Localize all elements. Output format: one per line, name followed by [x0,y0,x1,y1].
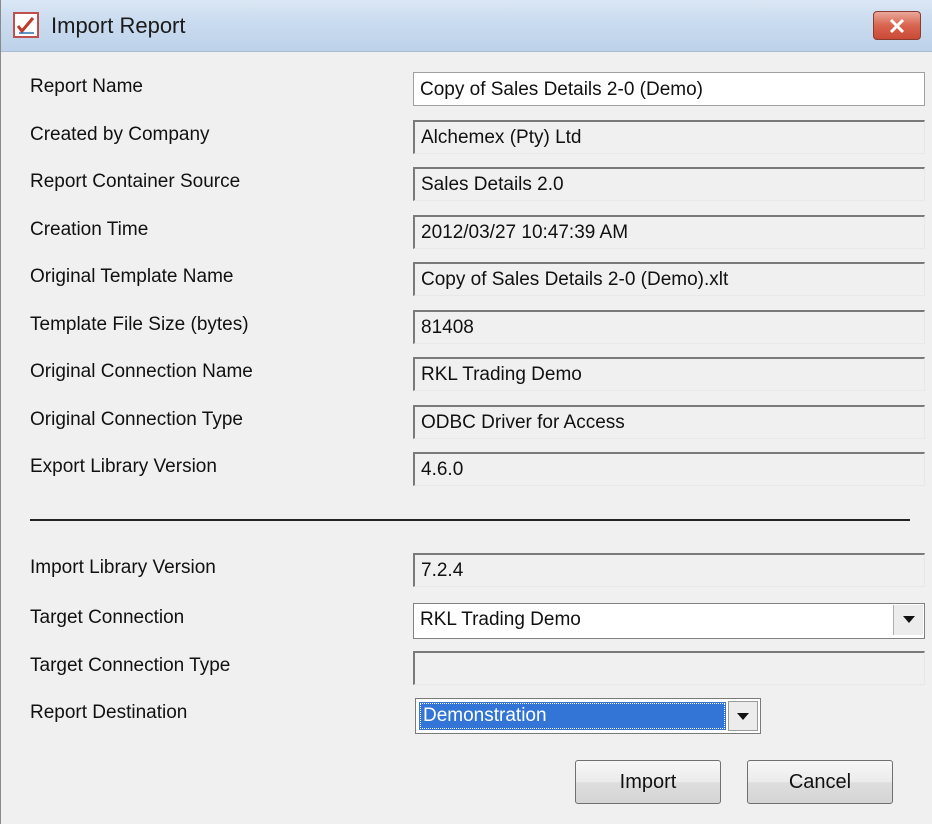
chevron-down-icon [737,713,749,720]
original-template-name-label: Original Template Name [30,266,234,287]
original-connection-name-label: Original Connection Name [30,361,253,382]
export-library-version-label: Export Library Version [30,456,217,477]
report-destination-dropdown-button[interactable] [728,701,758,731]
target-connection-row: Target Connection RKL Trading Demo [1,603,932,643]
target-connection-type-field [413,651,925,685]
target-connection-type-row: Target Connection Type [1,651,932,691]
original-connection-name-field: RKL Trading Demo [413,357,925,391]
report-name-row: Report Name Copy of Sales Details 2-0 (D… [1,72,932,112]
import-library-version-field: 7.2.4 [413,553,925,587]
export-library-version-row: Export Library Version 4.6.0 [1,452,932,492]
creation-time-field: 2012/03/27 10:47:39 AM [413,215,925,249]
report-container-source-label: Report Container Source [30,171,241,192]
close-button[interactable] [873,11,921,40]
close-icon [889,18,905,34]
target-connection-select[interactable]: RKL Trading Demo [413,603,925,639]
report-destination-value[interactable]: Demonstration [419,702,726,730]
chevron-down-icon [903,616,915,623]
created-by-company-field: Alchemex (Pty) Ltd [413,120,925,154]
creation-time-label: Creation Time [30,219,149,240]
template-file-size-row: Template File Size (bytes) 81408 [1,310,932,350]
export-library-version-field: 4.6.0 [413,452,925,486]
created-by-company-label: Created by Company [30,124,210,145]
template-file-size-label: Template File Size (bytes) [30,314,249,335]
import-report-dialog: Import Report Report Name Copy of Sales … [0,0,932,824]
original-connection-type-field: ODBC Driver for Access [413,405,925,439]
target-connection-type-label: Target Connection Type [30,655,231,676]
import-library-version-label: Import Library Version [30,557,216,578]
target-connection-label: Target Connection [30,607,185,628]
original-connection-name-row: Original Connection Name RKL Trading Dem… [1,357,932,397]
report-icon [13,12,39,38]
target-connection-value: RKL Trading Demo [420,609,581,630]
target-connection-dropdown-button[interactable] [893,605,923,635]
import-button[interactable]: Import [575,760,721,804]
report-container-source-field: Sales Details 2.0 [413,167,925,201]
original-template-name-row: Original Template Name Copy of Sales Det… [1,262,932,302]
window-title: Import Report [51,13,186,38]
template-file-size-field: 81408 [413,310,925,344]
report-destination-label: Report Destination [30,702,188,723]
report-container-source-row: Report Container Source Sales Details 2.… [1,167,932,207]
cancel-button[interactable]: Cancel [747,760,893,804]
original-connection-type-row: Original Connection Type ODBC Driver for… [1,405,932,445]
creation-time-row: Creation Time 2012/03/27 10:47:39 AM [1,215,932,255]
report-destination-select[interactable]: Demonstration [415,698,761,734]
original-template-name-field: Copy of Sales Details 2-0 (Demo).xlt [413,262,925,296]
original-connection-type-label: Original Connection Type [30,409,243,430]
import-library-version-row: Import Library Version 7.2.4 [1,553,932,593]
title-bar[interactable]: Import Report [1,0,932,52]
report-name-input[interactable]: Copy of Sales Details 2-0 (Demo) [413,72,925,106]
report-name-label: Report Name [30,76,143,97]
section-divider [30,519,910,521]
created-by-company-row: Created by Company Alchemex (Pty) Ltd [1,120,932,160]
